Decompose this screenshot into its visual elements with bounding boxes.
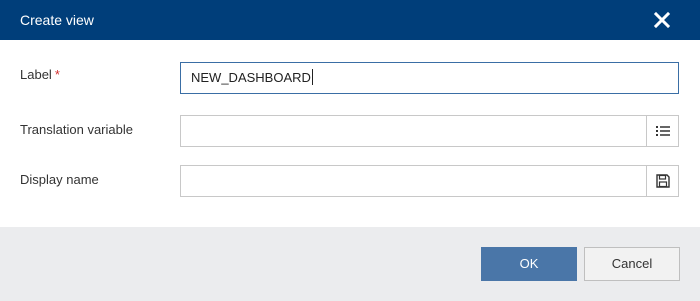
required-marker: * (54, 67, 60, 82)
translation-variable-list-button[interactable] (646, 116, 678, 146)
ok-button[interactable]: OK (481, 247, 577, 281)
label-field-label-text: Label (20, 67, 52, 82)
text-caret (311, 69, 313, 85)
display-name-save-button[interactable] (646, 166, 678, 196)
close-button[interactable] (650, 8, 674, 32)
translation-variable-label: Translation variable (20, 122, 133, 137)
create-view-dialog: Create view Label * NEW_DASHBOARD Transla… (0, 0, 700, 301)
cancel-button[interactable]: Cancel (584, 247, 680, 281)
dialog-titlebar: Create view (0, 0, 700, 40)
label-field-label: Label * (20, 67, 60, 82)
dialog-title: Create view (20, 12, 94, 28)
label-input-value: NEW_DASHBOARD (191, 70, 311, 85)
display-name-label: Display name (20, 172, 99, 187)
save-icon (655, 174, 670, 188)
dialog-footer: OK Cancel (0, 227, 700, 301)
list-icon (655, 126, 670, 136)
close-icon (653, 11, 671, 29)
translation-variable-input[interactable] (180, 115, 679, 147)
display-name-input[interactable] (180, 165, 679, 197)
label-input[interactable]: NEW_DASHBOARD (180, 62, 679, 94)
